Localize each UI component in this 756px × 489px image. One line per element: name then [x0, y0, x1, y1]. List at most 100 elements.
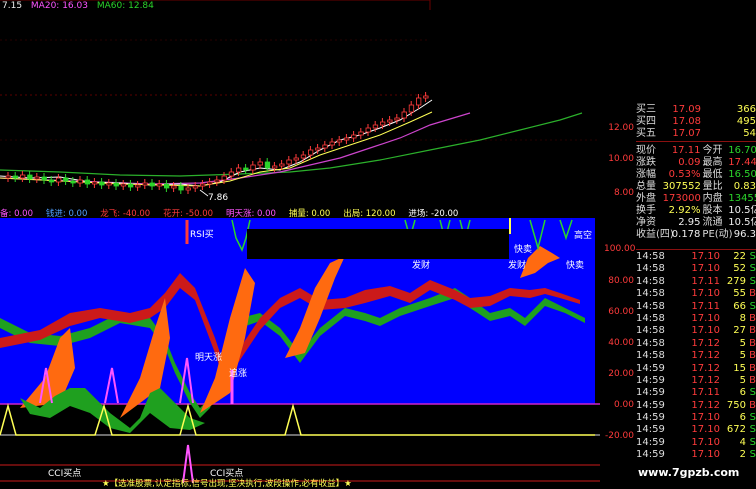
candle-body	[250, 164, 256, 171]
axis-label: 10.00	[608, 154, 634, 164]
candle-body	[12, 175, 19, 179]
candle-body	[401, 111, 407, 119]
kuaimai-label-2: 快卖	[566, 259, 584, 271]
main-legend: 7.15 MA20: 16.03 MA60: 12.84	[2, 1, 160, 11]
candle-body	[322, 144, 328, 149]
zhuizhang-label: 追涨	[229, 367, 247, 379]
candle-body	[127, 183, 134, 188]
candle-body	[63, 177, 69, 182]
candle-body	[264, 161, 271, 169]
candle-body	[156, 183, 163, 187]
ma20-line	[0, 112, 471, 185]
candle-body	[185, 187, 191, 191]
candle-body	[199, 183, 206, 187]
candle-body	[307, 149, 314, 156]
price-fragment: 7.15	[2, 1, 23, 11]
tick-list[interactable]: 14:58 17.10 22 S 14:58 17.10 52 S 14:58 17.11 279 S…	[636, 251, 756, 462]
low-marker: 7.86	[208, 193, 228, 203]
candle-body	[300, 154, 307, 159]
redaction-box	[247, 229, 509, 259]
candle-body	[207, 181, 213, 185]
candle-body	[271, 165, 278, 169]
stat-row: 现价 17.11 今开 16.70	[636, 145, 756, 156]
facai-label-1: 发财	[412, 259, 430, 271]
candle-body	[92, 181, 98, 185]
candle-body	[365, 127, 371, 133]
candle-body	[113, 182, 119, 187]
candle-body	[279, 163, 285, 167]
candle-body	[192, 185, 199, 189]
tick-row: 14:58 17.11 279 S	[636, 275, 756, 287]
bid-row: 买四 17.08 495	[636, 116, 756, 127]
stat-row: 涨跌 0.09 最高 17.44	[636, 157, 756, 168]
axis-label: 8.00	[613, 188, 634, 198]
tick-row: 14:58 17.12 5 B	[636, 350, 756, 362]
ma60-value: MA60: 12.84	[96, 1, 154, 11]
candle-body	[351, 134, 357, 139]
tick-row: 14:58 17.10 55 B	[636, 288, 756, 300]
candle-body	[336, 139, 343, 143]
tick-row: 14:59 17.10 672 S	[636, 424, 756, 436]
tick-row: 14:59 17.12 5 B	[636, 374, 756, 386]
candle-body	[329, 141, 335, 146]
ind-axis-label: 40.00	[608, 338, 634, 348]
candle-body	[358, 131, 364, 136]
rsi-buy-label: RSI买	[190, 229, 214, 240]
candle-body	[48, 179, 55, 183]
candle-body	[171, 185, 177, 189]
candle-body	[221, 175, 227, 181]
bid-row: 买五 17.07 54	[636, 128, 756, 139]
candle-body	[423, 95, 429, 99]
tick-row: 14:59 17.12 750 B	[636, 399, 756, 411]
candle-body	[84, 179, 91, 185]
candle-body	[19, 174, 26, 179]
candle-body	[56, 177, 62, 183]
stat-row: 换手 2.92% 股本 10.5亿	[636, 205, 756, 216]
candle-body	[293, 157, 299, 161]
tick-row: 14:59 17.10 4 S	[636, 436, 756, 448]
candle-body	[408, 104, 415, 113]
candle-body	[343, 137, 350, 141]
candle-body	[228, 171, 235, 177]
stat-row: 收益(四) 0.178 PE(动) 96.3	[636, 229, 756, 240]
tick-row: 14:58 17.10 27 B	[636, 325, 756, 337]
candle-body	[142, 182, 148, 186]
footer-slogan: ★【选准股票,认定指标,信号出现,坚决执行,波段操作,必有收益】★	[102, 479, 352, 489]
candle-body	[372, 124, 379, 129]
tick-row: 14:59 17.12 15 B	[636, 362, 756, 374]
ma20-value: MA20: 16.03	[30, 1, 88, 11]
kuaimai-label: 快卖	[514, 243, 532, 255]
candle-body	[178, 185, 184, 191]
tick-row: 14:59 17.11 6 S	[636, 387, 756, 399]
tick-row: 14:58 17.10 52 S	[636, 263, 756, 275]
tick-row: 14:58 17.10 8 B	[636, 312, 756, 324]
axis-label: 12.00	[608, 123, 634, 133]
candle-body	[257, 161, 263, 166]
candle-body	[214, 179, 220, 183]
ma5-line	[0, 99, 433, 187]
stat-row: 净资 2.95 流通 10.5亿	[636, 217, 756, 228]
tick-row: 14:58 17.11 66 S	[636, 300, 756, 312]
candle-body	[379, 121, 386, 126]
bid-row: 买三 17.09 366	[636, 104, 756, 115]
mingtianzhang-label: 明天涨	[195, 352, 222, 363]
quote-panel: 买三 17.09 366 买四 17.08 495 买五 17.07 54 现价 17.11 今…	[636, 104, 756, 241]
tick-row: 14:59 17.10 6 S	[636, 412, 756, 424]
stat-row: 总量 307552 量比 0.83	[636, 181, 756, 192]
candle-body	[41, 176, 47, 181]
candle-body	[387, 119, 393, 123]
ind-axis-label: 20.00	[608, 369, 634, 379]
candle-body	[5, 175, 11, 179]
tick-row: 14:58 17.12 5 B	[636, 337, 756, 349]
stat-row: 涨幅 0.53% 最低 16.50	[636, 169, 756, 180]
candle-body	[34, 176, 40, 180]
candle-body	[163, 183, 170, 189]
ind-axis-label: 0.00	[613, 400, 634, 410]
candle-body	[235, 167, 242, 173]
facai-label-2: 发财	[508, 259, 526, 271]
candlestick-chart[interactable]: 7.86	[0, 0, 600, 220]
watermark: www.7gpzb.com	[638, 466, 740, 479]
tick-row: 14:58 17.10 22 S	[636, 251, 756, 262]
candle-body	[286, 159, 292, 165]
candle-body	[27, 174, 33, 180]
